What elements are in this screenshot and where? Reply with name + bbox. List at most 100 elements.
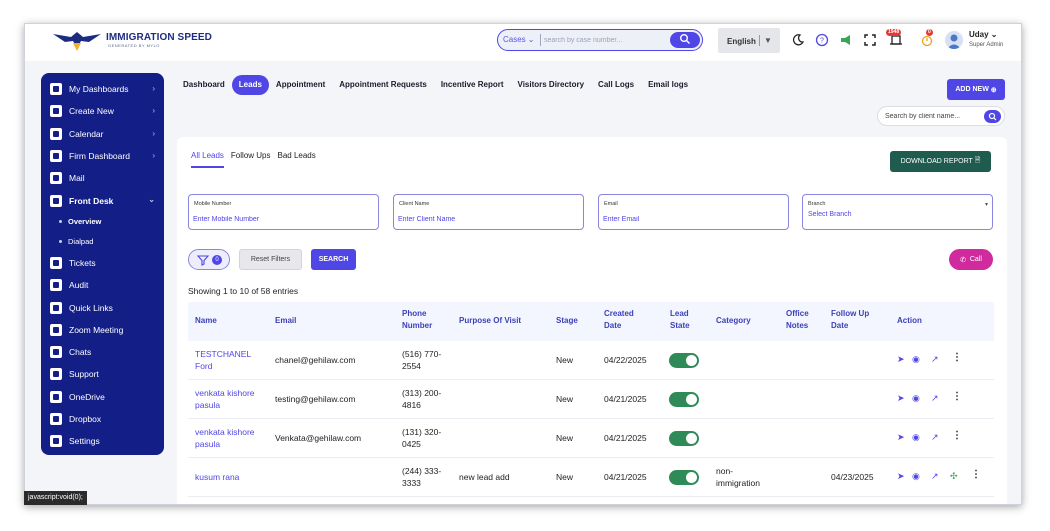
tab-appointment-requests[interactable]: Appointment Requests — [332, 75, 434, 95]
search-category-select[interactable]: Cases — [503, 35, 534, 44]
avatar[interactable] — [945, 31, 963, 49]
dropbox-icon — [50, 413, 62, 425]
view-eye-icon[interactable]: ◉ — [912, 393, 920, 404]
tab-call-logs[interactable]: Call Logs — [591, 75, 642, 95]
leads-table: Name Email Phone Number Purpose Of Visit… — [188, 302, 994, 497]
language-select[interactable]: English ▼ — [718, 28, 780, 53]
sidebar-item-label: Zoom Meeting — [69, 324, 124, 335]
more-options-icon[interactable]: ⋮ — [971, 469, 981, 480]
sidebar-item-dialpad[interactable]: Dialpad — [41, 232, 164, 252]
sidebar-item-settings[interactable]: Settings — [41, 430, 164, 452]
lead-name-link[interactable]: kusum rana — [195, 471, 239, 483]
sidebar-item-front-desk[interactable]: Front Desk ⌄ — [41, 189, 164, 211]
column-header-office-notes[interactable]: Office Notes — [786, 308, 816, 332]
help-icon[interactable]: ? — [815, 33, 829, 47]
user-name[interactable]: Uday — [969, 30, 998, 39]
view-eye-icon[interactable]: ◉ — [912, 354, 920, 365]
send-icon[interactable]: ➤ — [897, 393, 905, 404]
sidebar-item-dropbox[interactable]: Dropbox — [41, 408, 164, 430]
tab-visitors-directory[interactable]: Visitors Directory — [510, 75, 592, 95]
megaphone-icon[interactable] — [839, 33, 853, 47]
column-header-purpose[interactable]: Purpose Of Visit — [459, 315, 521, 327]
main-tabs: Dashboard Leads Appointment Appointment … — [176, 75, 696, 95]
lead-name-link[interactable]: venkata kishore pasula — [195, 426, 265, 450]
client-search-input[interactable] — [885, 110, 983, 122]
lead-state-toggle[interactable] — [669, 392, 699, 407]
sidebar-item-my-dashboards[interactable]: My Dashboards › — [41, 78, 164, 100]
more-options-icon[interactable]: ⋮ — [952, 430, 962, 441]
dark-mode-moon-icon[interactable] — [791, 33, 805, 47]
sidebar-item-calendar[interactable]: Calendar › — [41, 123, 164, 145]
lead-name-link[interactable]: venkata kishore pasula — [195, 387, 265, 411]
sidebar-item-zoom-meeting[interactable]: Zoom Meeting — [41, 319, 164, 341]
create-new-icon — [50, 105, 62, 118]
view-eye-icon[interactable]: ◉ — [912, 471, 920, 482]
sidebar-item-support[interactable]: Support — [41, 363, 164, 385]
sidebar-item-audit[interactable]: Audit — [41, 274, 164, 296]
subtab-all-leads[interactable]: All Leads — [191, 151, 224, 168]
lead-state-toggle[interactable] — [669, 470, 699, 485]
case-search: Cases — [497, 29, 703, 51]
notification-count-badge: 1948 — [886, 29, 902, 36]
tab-appointment[interactable]: Appointment — [268, 75, 333, 95]
branch-select[interactable]: Branch Select Branch ▾ — [802, 194, 993, 230]
share-forward-icon[interactable]: ↗ — [931, 393, 939, 404]
call-button[interactable]: ✆ Call — [949, 249, 993, 270]
lead-phone: (516) 770-2554 — [402, 349, 442, 371]
client-search-button[interactable] — [984, 110, 1001, 123]
column-header-email[interactable]: Email — [275, 315, 296, 327]
sidebar-item-mail[interactable]: Mail — [41, 167, 164, 189]
more-options-icon[interactable]: ⋮ — [952, 391, 962, 402]
sidebar-item-tickets[interactable]: Tickets — [41, 252, 164, 274]
fullscreen-icon[interactable] — [863, 33, 877, 47]
sidebar-item-label: Mail — [69, 173, 85, 184]
brand-logo[interactable]: IMMIGRATION SPEED GENERATED BY MYLO — [51, 27, 212, 53]
more-options-icon[interactable]: ⋮ — [952, 352, 962, 363]
column-header-created-date[interactable]: Created Date — [604, 308, 644, 332]
add-new-button[interactable]: ADD NEW ⊕ — [947, 79, 1005, 100]
follow-up-icon[interactable]: ✣ — [950, 471, 958, 482]
lead-name-link[interactable]: TESTCHANEL Ford — [195, 348, 257, 372]
lead-state-toggle[interactable] — [669, 431, 699, 446]
lead-state-toggle[interactable] — [669, 353, 699, 368]
email-field: Email — [598, 194, 789, 230]
tab-email-logs[interactable]: Email logs — [641, 75, 696, 95]
column-header-lead-state[interactable]: Lead State — [670, 308, 700, 332]
share-forward-icon[interactable]: ↗ — [931, 432, 939, 443]
search-button[interactable]: SEARCH — [311, 249, 356, 270]
share-forward-icon[interactable]: ↗ — [931, 354, 939, 365]
mobile-number-input[interactable] — [193, 214, 363, 225]
svg-text:?: ? — [820, 38, 824, 45]
sidebar-item-label: OneDrive — [69, 391, 105, 402]
column-header-follow-up-date[interactable]: Follow Up Date — [831, 308, 875, 332]
client-name-input[interactable] — [398, 214, 568, 225]
sidebar-item-create-new[interactable]: Create New › — [41, 100, 164, 122]
column-header-phone[interactable]: Phone Number — [402, 308, 444, 332]
tab-leads[interactable]: Leads — [231, 75, 269, 95]
case-search-button[interactable] — [670, 32, 700, 48]
subtab-bad-leads[interactable]: Bad Leads — [278, 151, 316, 168]
column-header-stage[interactable]: Stage — [556, 315, 578, 327]
table-row: TESTCHANEL Ford chanel@gehilaw.com (516)… — [188, 341, 994, 380]
column-header-category[interactable]: Category — [716, 315, 751, 327]
sidebar-item-firm-dashboard[interactable]: Firm Dashboard › — [41, 145, 164, 167]
send-icon[interactable]: ➤ — [897, 432, 905, 443]
case-search-input[interactable] — [544, 33, 660, 47]
sidebar-item-chats[interactable]: Chats — [41, 341, 164, 363]
tab-incentive-report[interactable]: Incentive Report — [433, 75, 511, 95]
sidebar-item-overview[interactable]: Overview — [41, 212, 164, 232]
reset-filters-button[interactable]: Reset Filters — [239, 249, 302, 270]
sidebar-item-quick-links[interactable]: Quick Links — [41, 296, 164, 318]
send-icon[interactable]: ➤ — [897, 471, 905, 482]
subtab-follow-ups[interactable]: Follow Ups — [231, 151, 271, 168]
column-header-name[interactable]: Name — [195, 315, 217, 327]
sidebar-item-onedrive[interactable]: OneDrive — [41, 386, 164, 408]
download-report-button[interactable]: DOWNLOAD REPORT 🗎 — [890, 151, 991, 172]
send-icon[interactable]: ➤ — [897, 354, 905, 365]
tab-dashboard[interactable]: Dashboard — [176, 75, 232, 95]
eagle-logo-icon — [53, 32, 101, 51]
filter-toggle-button[interactable]: 0 — [188, 249, 230, 270]
view-eye-icon[interactable]: ◉ — [912, 432, 920, 443]
share-forward-icon[interactable]: ↗ — [931, 471, 939, 482]
email-input[interactable] — [603, 214, 773, 225]
